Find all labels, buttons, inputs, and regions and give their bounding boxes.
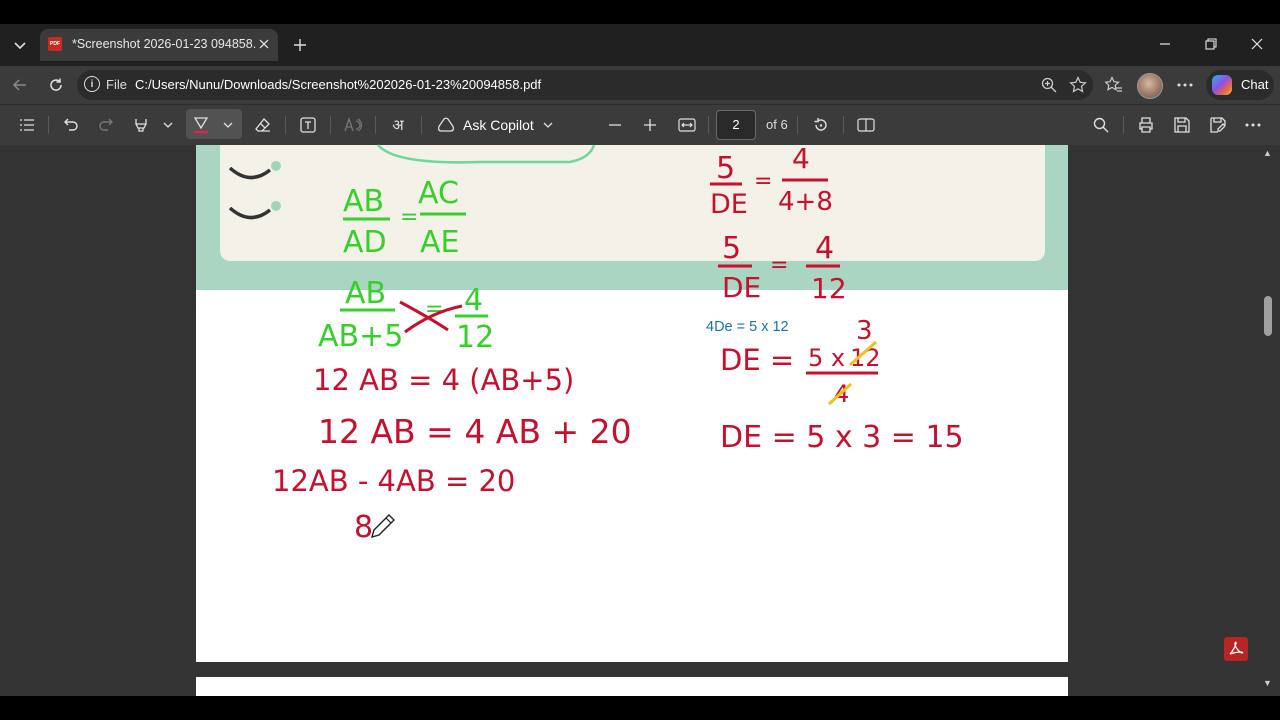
- ink-red-line-2: 12 AB = 4 AB + 20: [318, 412, 632, 451]
- ink-red-de-b: DE: [722, 271, 761, 304]
- ink-green-ac: AC: [418, 176, 459, 211]
- ink-red-4-a: 4: [792, 142, 810, 175]
- ink-red-line-3: 12AB - 4AB = 20: [272, 464, 515, 498]
- ink-red-5-b: 5: [722, 231, 741, 266]
- ink-green-ab-1: AB: [343, 184, 384, 219]
- ink-red-line-1: 12 AB = 4 (AB+5): [313, 363, 574, 397]
- ink-red-5-a: 5: [716, 151, 735, 186]
- ink-green-equals: =: [400, 205, 418, 230]
- green-ink-group: AB AD = AC AE AB AB+5 = 4 12: [318, 176, 494, 355]
- acrobat-icon: [1229, 641, 1244, 655]
- ink-red-equals: =: [754, 169, 772, 194]
- ink-green-ae: AE: [420, 225, 459, 260]
- ink-red-equals: =: [770, 253, 788, 278]
- smile-bullet-icon: [228, 166, 272, 180]
- ink-green-ab-2: AB: [345, 276, 386, 311]
- ink-annotations-layer: AB AD = AC AE AB AB+5 = 4 12 12 AB = 4 (…: [228, 142, 964, 545]
- adobe-pdf-icon[interactable]: [1224, 637, 1248, 661]
- pencil-cursor-icon: [370, 514, 395, 539]
- ink-red-12: 12: [811, 272, 847, 305]
- ink-red-5x: 5 x: [808, 344, 845, 372]
- scroll-up-arrow-icon[interactable]: ▲: [1263, 148, 1272, 158]
- ink-red-8: 8: [354, 510, 373, 545]
- ink-red-de-equals: DE =: [720, 343, 794, 377]
- ink-green-ad: AD: [343, 225, 387, 260]
- ink-green-12: 12: [456, 320, 494, 355]
- ink-green-4: 4: [464, 283, 483, 318]
- vertical-scrollbar[interactable]: [1262, 145, 1274, 696]
- ink-red-de-a: DE: [710, 189, 748, 220]
- ink-red-12-struck: 12: [850, 344, 881, 372]
- ink-green-ab-plus-5: AB+5: [318, 319, 403, 354]
- scroll-down-arrow-icon[interactable]: ▼: [1263, 678, 1272, 688]
- ink-red-final: DE = 5 x 3 = 15: [720, 420, 964, 455]
- ink-red-4-b: 4: [815, 231, 834, 266]
- smile-bullet-icon: [228, 206, 272, 220]
- ink-red-3: 3: [856, 316, 873, 346]
- bullet-dot-icon: [271, 201, 281, 211]
- ink-red-4-plus-8: 4+8: [778, 187, 833, 217]
- bullet-dot-icon: [271, 161, 281, 171]
- speech-bubble-outline: [377, 144, 596, 164]
- scrollbar-thumb[interactable]: [1264, 296, 1272, 336]
